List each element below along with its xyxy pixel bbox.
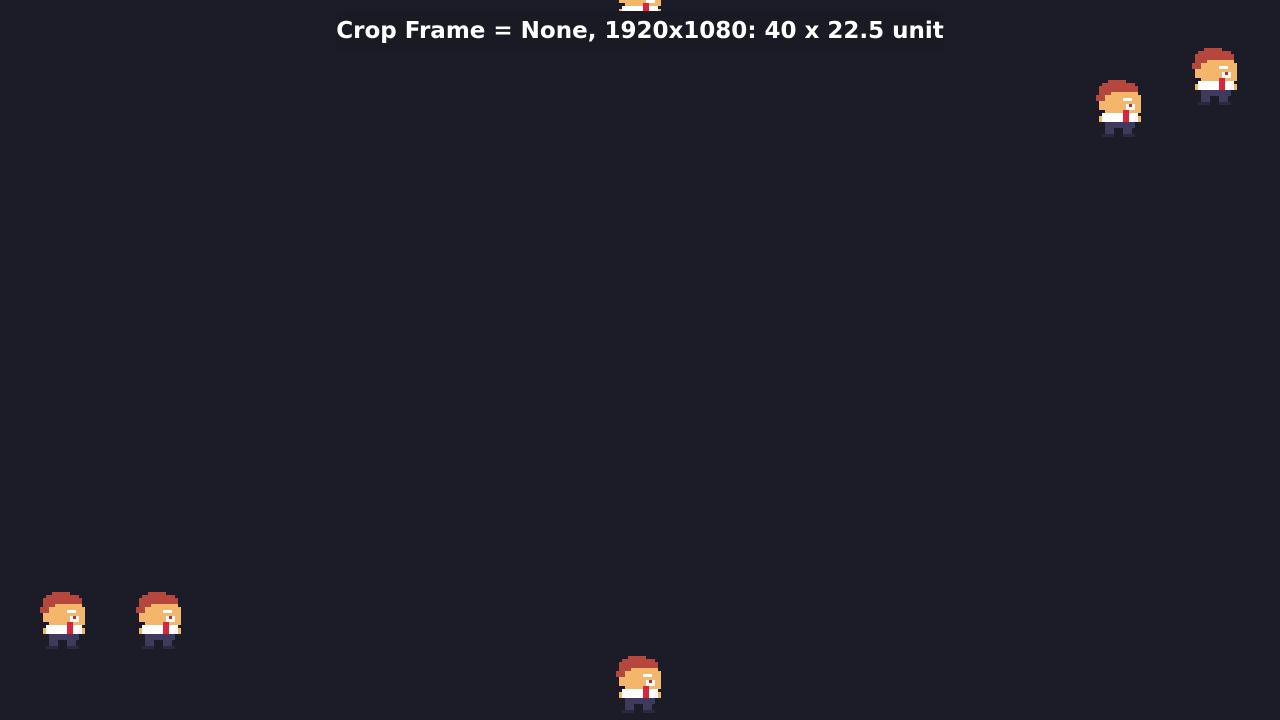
- game-viewport: Crop Frame = None, 1920x1080: 40 x 22.5 …: [0, 0, 1280, 720]
- character-sprite-bottom-center: [616, 656, 664, 716]
- character-sprite-art: [1192, 48, 1237, 105]
- character-sprite-top-right-a: [1096, 80, 1144, 140]
- character-sprite-art: [616, 656, 661, 713]
- character-sprite-art: [40, 592, 85, 649]
- crop-frame-caption: Crop Frame = None, 1920x1080: 40 x 22.5 …: [336, 11, 944, 51]
- character-sprite-top-right-b: [1192, 48, 1240, 108]
- character-sprite-bottom-left-b: [136, 592, 184, 652]
- character-sprite-art: [136, 592, 181, 649]
- character-sprite-bottom-left-a: [40, 592, 88, 652]
- character-sprite-art: [1096, 80, 1141, 137]
